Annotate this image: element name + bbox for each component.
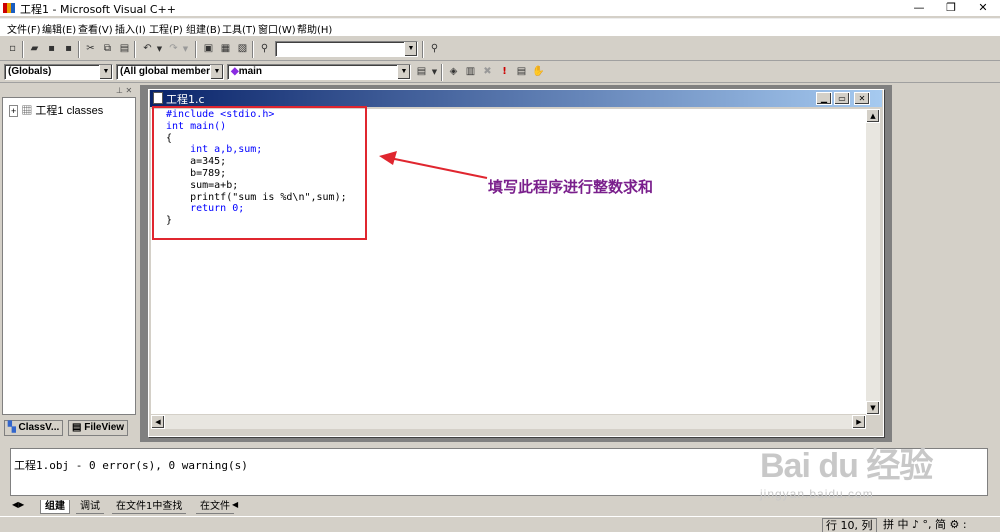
build-result-line: 工程1.obj - 0 error(s), 0 warning(s) bbox=[14, 459, 248, 472]
menu-file[interactable]: 文件(F) bbox=[7, 21, 41, 36]
scroll-up-icon[interactable]: ▲ bbox=[866, 109, 880, 123]
watermark: Bai du 经验 jingyan.baidu.com bbox=[760, 438, 933, 501]
minimize-button[interactable]: — bbox=[902, 0, 936, 16]
editor-minimize-button[interactable]: ▁ bbox=[816, 92, 832, 105]
redo-dropdown-icon[interactable]: ▼ bbox=[178, 42, 193, 56]
editor-titlebar[interactable]: 工程1.c ▁ ▭ ✕ bbox=[150, 90, 882, 107]
breakpoint-icon[interactable]: ✋ bbox=[531, 65, 546, 79]
tab-classview-label: ClassV... bbox=[18, 422, 60, 433]
watermark-brand: Bai du 经验 bbox=[760, 447, 933, 485]
horizontal-scrollbar[interactable]: ◀ ▶ bbox=[151, 415, 866, 429]
cursor-position: 行 10, 列 bbox=[822, 518, 877, 532]
go-icon[interactable]: ▤ bbox=[514, 65, 529, 79]
window-list-icon[interactable]: ▧ bbox=[235, 42, 250, 56]
wizard-toolbar: (Globals) ▼ (All global members ▼ ◆main ▼ ▤… bbox=[0, 62, 1000, 83]
save-icon[interactable]: ▪ bbox=[44, 42, 59, 56]
title-bar: 工程1 - Microsoft Visual C++ — ❐ ✕ bbox=[0, 0, 1000, 16]
execute-icon[interactable]: ! bbox=[497, 65, 512, 79]
app-icon bbox=[3, 3, 15, 13]
new-file-icon[interactable]: ▫ bbox=[5, 42, 20, 56]
output-scroll-icon[interactable]: ◀ bbox=[232, 500, 238, 509]
paste-icon[interactable]: ▤ bbox=[117, 42, 132, 56]
find-icon[interactable]: ⚲ bbox=[427, 42, 442, 56]
status-bar: 行 10, 列 拼 中 ♪ °, 简 ⚙ : bbox=[0, 516, 1000, 532]
tab-fileview[interactable]: ▤ FileView bbox=[68, 420, 129, 436]
find-in-files-icon[interactable]: ⚲ bbox=[257, 42, 272, 56]
pane-controls[interactable]: ⊥ ✕ bbox=[116, 86, 132, 95]
arrow-line bbox=[384, 156, 488, 179]
fileview-icon: ▤ bbox=[72, 422, 82, 433]
close-button[interactable]: ✕ bbox=[966, 0, 1000, 16]
window-title: 工程1 - Microsoft Visual C++ bbox=[20, 3, 176, 16]
annotation-text: 填写此程序进行整数求和 bbox=[488, 178, 654, 196]
class-tree[interactable]: + ▦ 工程1 classes bbox=[2, 97, 136, 415]
members-combo-value: (All global members bbox=[120, 66, 216, 77]
tab-debug[interactable]: 调试 bbox=[76, 500, 104, 514]
scroll-right-icon[interactable]: ▶ bbox=[852, 415, 866, 429]
menu-insert[interactable]: 插入(I) bbox=[115, 21, 146, 36]
members-combo[interactable]: (All global members ▼ bbox=[116, 64, 224, 80]
function-combo[interactable]: ◆main ▼ bbox=[227, 64, 411, 80]
menu-window[interactable]: 窗口(W) bbox=[258, 21, 296, 36]
class-combo[interactable]: (Globals) ▼ bbox=[4, 64, 113, 80]
tab-classview[interactable]: ▚ ClassV... bbox=[4, 420, 64, 436]
highlight-box bbox=[152, 106, 367, 240]
workspace-icon[interactable]: ▣ bbox=[201, 42, 216, 56]
menu-tools[interactable]: 工具(T) bbox=[222, 21, 256, 36]
project-icon: ▦ bbox=[21, 105, 33, 117]
copy-icon[interactable]: ⧉ bbox=[100, 42, 115, 56]
function-icon: ◆ bbox=[231, 66, 239, 77]
undo-dropdown-icon[interactable]: ▼ bbox=[152, 42, 167, 56]
menu-view[interactable]: 查看(V) bbox=[78, 21, 113, 36]
class-combo-value: (Globals) bbox=[8, 66, 52, 77]
scroll-down-icon[interactable]: ▼ bbox=[866, 401, 880, 415]
menu-help[interactable]: 帮助(H) bbox=[297, 21, 332, 36]
chevron-down-icon[interactable]: ▼ bbox=[404, 42, 417, 56]
find-combo[interactable]: ▼ bbox=[275, 41, 418, 57]
tree-node[interactable]: + ▦ 工程1 classes bbox=[9, 102, 103, 118]
editor-title: 工程1.c bbox=[166, 93, 205, 106]
function-combo-value: main bbox=[238, 66, 263, 77]
tab-find-in-files-2[interactable]: 在文件 bbox=[196, 500, 234, 514]
build-icon[interactable]: ▥ bbox=[463, 65, 478, 79]
watermark-url: jingyan.baidu.com bbox=[760, 487, 874, 501]
cut-icon[interactable]: ✂ bbox=[83, 42, 98, 56]
scroll-left-icon[interactable]: ◀ bbox=[151, 415, 165, 429]
compile-icon[interactable]: ◈ bbox=[446, 65, 461, 79]
tab-build[interactable]: 组建 bbox=[40, 500, 70, 514]
ime-indicator[interactable]: 拼 中 ♪ °, 简 ⚙ : bbox=[880, 518, 970, 532]
menu-project[interactable]: 工程(P) bbox=[149, 21, 183, 36]
wizard-dropdown-icon[interactable]: ▼ bbox=[427, 65, 442, 79]
menu-edit[interactable]: 编辑(E) bbox=[42, 21, 76, 36]
menu-bar: 文件(F) 编辑(E) 查看(V) 插入(I) 工程(P) 组建(B) 工具(T… bbox=[0, 18, 1000, 36]
document-icon bbox=[153, 92, 163, 104]
output-window-icon[interactable]: ▦ bbox=[218, 42, 233, 56]
arrow-head bbox=[379, 151, 397, 165]
editor-restore-button[interactable]: ▭ bbox=[834, 92, 850, 105]
annotation-arrow bbox=[379, 151, 488, 179]
chevron-down-icon[interactable]: ▼ bbox=[397, 65, 410, 79]
chevron-down-icon[interactable]: ▼ bbox=[99, 65, 112, 79]
stop-build-icon[interactable]: ✖ bbox=[480, 65, 495, 79]
editor-close-button[interactable]: ✕ bbox=[854, 92, 870, 105]
tab-fileview-label: FileView bbox=[84, 422, 125, 433]
tab-find-in-files-1[interactable]: 在文件1中查找 bbox=[112, 500, 187, 514]
tree-root-label: 工程1 classes bbox=[35, 105, 104, 117]
expand-icon[interactable]: + bbox=[9, 105, 19, 117]
open-folder-icon[interactable]: ▰ bbox=[27, 42, 42, 56]
save-all-icon[interactable]: ▪ bbox=[61, 42, 76, 56]
standard-toolbar: ▫ ▰ ▪ ▪ ✂ ⧉ ▤ ↶ ▼ ↷ ▼ ▣ ▦ ▧ ⚲ ▼ ⚲ bbox=[0, 38, 1000, 61]
menu-build[interactable]: 组建(B) bbox=[186, 21, 221, 36]
vertical-scrollbar[interactable]: ▲ ▼ bbox=[866, 109, 880, 415]
classview-icon: ▚ bbox=[8, 422, 16, 433]
output-tab-nav-icon[interactable]: ◀▶ bbox=[12, 500, 24, 509]
restore-button[interactable]: ❐ bbox=[934, 0, 968, 16]
chevron-down-icon[interactable]: ▼ bbox=[210, 65, 223, 79]
